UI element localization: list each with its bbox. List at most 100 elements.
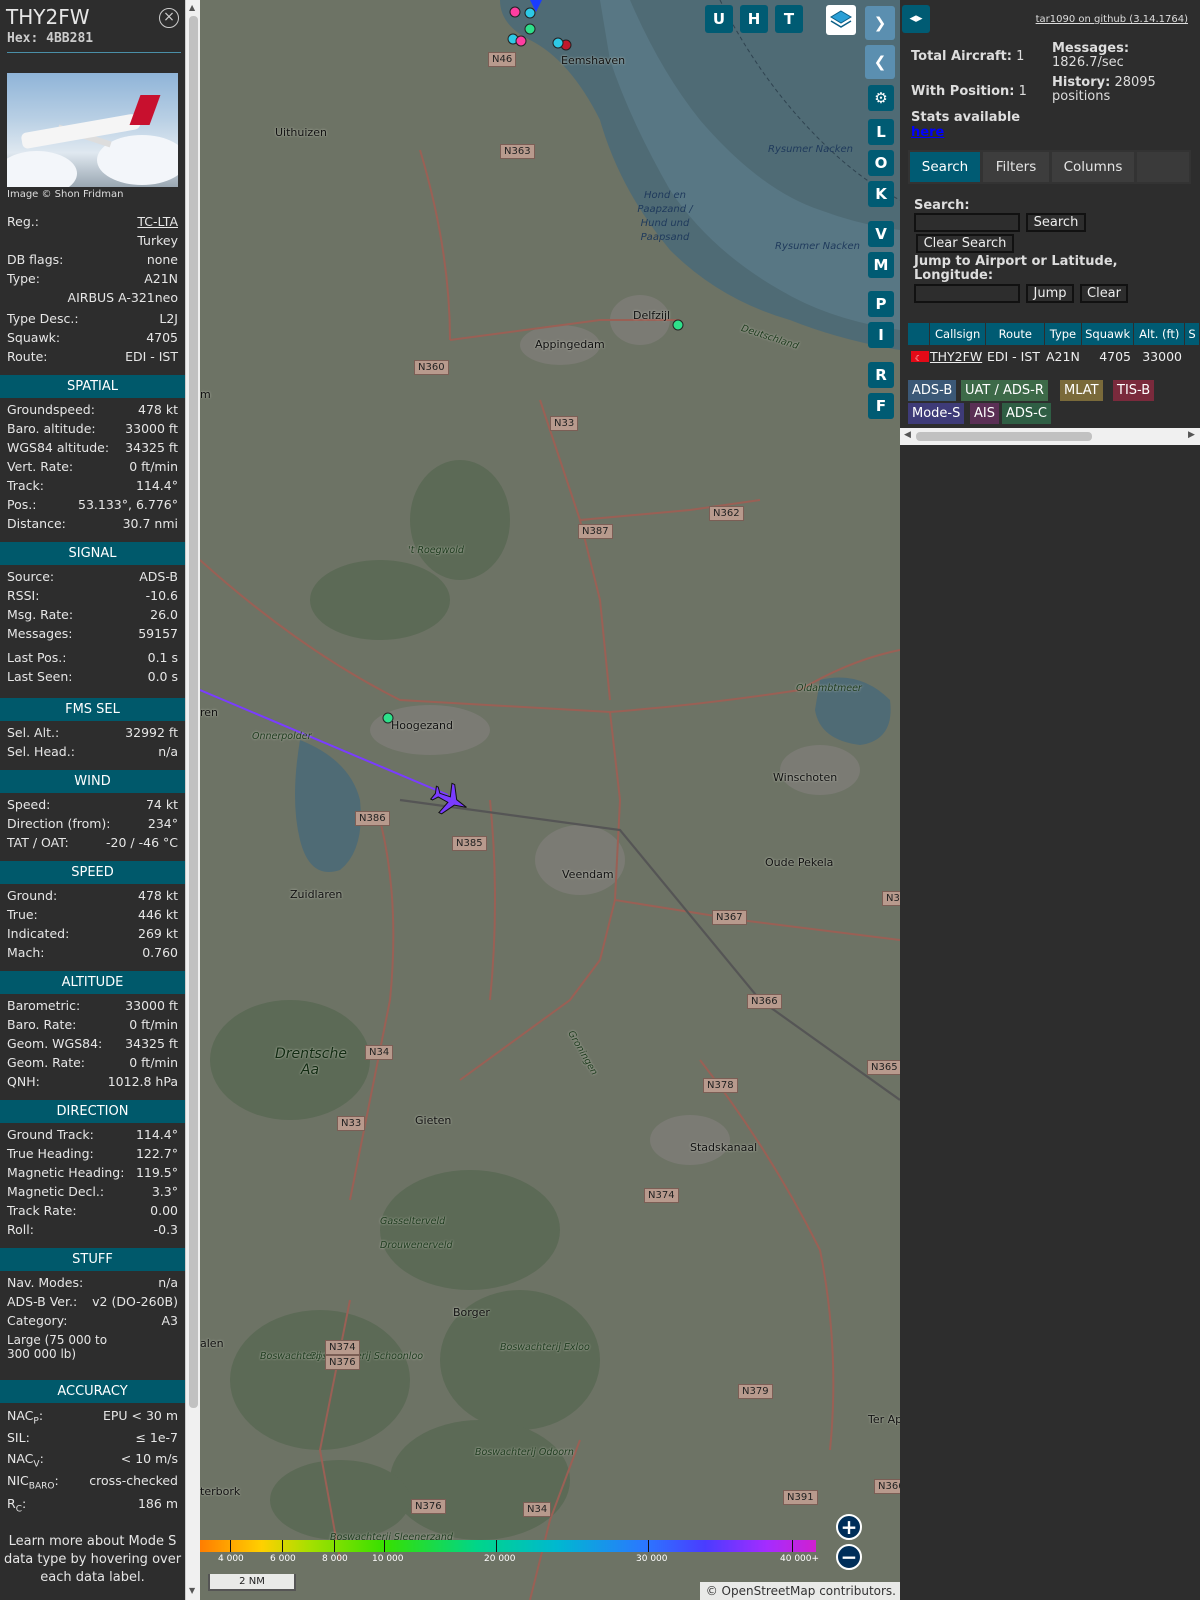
info-row-label[interactable]: Mach: bbox=[7, 945, 44, 960]
aircraft-marker[interactable] bbox=[524, 23, 536, 35]
settings-gear-icon[interactable]: ⚙ bbox=[868, 85, 894, 111]
info-row-label[interactable]: Magnetic Heading: bbox=[7, 1165, 124, 1180]
info-row-label[interactable]: Reg.: bbox=[7, 214, 39, 229]
info-row-label[interactable]: Msg. Rate: bbox=[7, 607, 73, 622]
zoom-in-icon[interactable]: + bbox=[836, 1514, 862, 1540]
map-toggle-button-8[interactable]: R bbox=[868, 362, 894, 388]
jump-input[interactable] bbox=[914, 284, 1020, 303]
info-row-label[interactable]: Category: bbox=[7, 1313, 67, 1328]
scroll-down-icon[interactable]: ▼ bbox=[189, 1586, 195, 1595]
info-row-label[interactable]: Roll: bbox=[7, 1222, 34, 1237]
info-row-label[interactable]: Track: bbox=[7, 478, 44, 493]
stats-here-link[interactable]: here bbox=[911, 125, 944, 140]
zoom-out-icon[interactable]: − bbox=[836, 1544, 862, 1570]
clear-button[interactable]: Clear bbox=[1080, 284, 1128, 303]
info-row-label[interactable]: RC: bbox=[7, 1496, 26, 1515]
info-row-label[interactable]: Last Seen: bbox=[7, 669, 72, 684]
scroll-up-icon[interactable]: ▲ bbox=[189, 3, 195, 12]
info-row-label[interactable]: Source: bbox=[7, 569, 54, 584]
u-button[interactable]: U bbox=[705, 5, 733, 33]
map-toggle-button-7[interactable]: I bbox=[868, 322, 894, 348]
col-s[interactable]: S bbox=[1185, 323, 1200, 345]
tab-search[interactable]: Search bbox=[910, 152, 980, 182]
scroll-left-icon[interactable]: ◀ bbox=[904, 430, 911, 440]
info-row-label[interactable]: Geom. WGS84: bbox=[7, 1036, 102, 1051]
aircraft-marker[interactable] bbox=[672, 319, 684, 331]
map[interactable]: Uithuizen Eemshaven Appingedam Delfzijl Hoog… bbox=[200, 0, 900, 1600]
close-icon[interactable]: × bbox=[159, 8, 179, 28]
next-icon[interactable]: ❯ bbox=[865, 6, 895, 40]
tab-filters[interactable]: Filters bbox=[983, 152, 1049, 182]
aircraft-marker[interactable] bbox=[509, 6, 521, 18]
h-button[interactable]: H bbox=[740, 5, 768, 33]
prev-icon[interactable]: ❮ bbox=[865, 45, 895, 79]
map-toggle-button-5[interactable]: M bbox=[868, 252, 894, 278]
info-row-label[interactable]: Indicated: bbox=[7, 926, 69, 941]
tab-columns[interactable]: Columns bbox=[1052, 152, 1134, 182]
scroll-thumb[interactable] bbox=[189, 16, 198, 1408]
github-link[interactable]: tar1090 on github (3.14.1764) bbox=[1036, 14, 1188, 25]
info-scrollbar[interactable]: ▲ ▼ bbox=[185, 0, 200, 1600]
aircraft-marker[interactable] bbox=[515, 35, 527, 47]
search-button[interactable]: Search bbox=[1026, 213, 1086, 232]
scroll-right-icon[interactable]: ▶ bbox=[1188, 430, 1195, 440]
info-row-label[interactable]: SIL: bbox=[7, 1430, 30, 1449]
info-row-label[interactable]: Ground: bbox=[7, 888, 57, 903]
info-row-label[interactable]: Pos.: bbox=[7, 497, 36, 512]
osm-link[interactable]: OpenStreetMap bbox=[722, 1584, 816, 1598]
layers-button[interactable] bbox=[826, 5, 856, 35]
col-type[interactable]: Type bbox=[1045, 323, 1081, 345]
info-row-label[interactable]: Sel. Alt.: bbox=[7, 725, 59, 740]
table-row[interactable]: THY2FW EDI - IST A21N 4705 33000 bbox=[908, 347, 1200, 369]
aircraft-marker[interactable] bbox=[552, 37, 564, 49]
table-horizontal-scrollbar[interactable]: ◀ ▶ bbox=[900, 428, 1200, 445]
info-row-label[interactable]: Type: bbox=[7, 271, 40, 286]
map-toggle-button-1[interactable]: L bbox=[868, 119, 894, 145]
info-row-label[interactable]: NACV: bbox=[7, 1451, 44, 1470]
info-row-label[interactable]: QNH: bbox=[7, 1074, 40, 1089]
info-row-label[interactable]: NACP: bbox=[7, 1408, 43, 1427]
t-button[interactable]: T bbox=[775, 5, 803, 33]
info-row-label[interactable]: Type Desc.: bbox=[7, 311, 79, 326]
aircraft-marker[interactable] bbox=[524, 7, 536, 19]
info-row-label[interactable]: Sel. Head.: bbox=[7, 744, 75, 759]
col-callsign[interactable]: Callsign bbox=[929, 323, 986, 345]
info-row-label[interactable]: Barometric: bbox=[7, 998, 80, 1013]
aircraft-photo[interactable] bbox=[7, 73, 178, 187]
info-row-label[interactable]: Geom. Rate: bbox=[7, 1055, 85, 1070]
map-toggle-button-4[interactable]: V bbox=[868, 221, 894, 247]
info-row-label[interactable]: Track Rate: bbox=[7, 1203, 77, 1218]
info-row-label[interactable]: True Heading: bbox=[7, 1146, 94, 1161]
info-row-label[interactable]: Distance: bbox=[7, 516, 66, 531]
map-toggle-button-9[interactable]: F bbox=[868, 393, 894, 419]
info-row-label[interactable]: Messages: bbox=[7, 626, 73, 641]
info-row-label[interactable]: Baro. Rate: bbox=[7, 1017, 76, 1032]
jump-button[interactable]: Jump bbox=[1026, 284, 1074, 303]
info-row-label[interactable]: Squawk: bbox=[7, 330, 60, 345]
col-route[interactable]: Route bbox=[986, 323, 1045, 345]
info-row-label[interactable]: WGS84 altitude: bbox=[7, 440, 109, 455]
info-row-label[interactable]: Groundspeed: bbox=[7, 402, 95, 417]
toggle-sidebar-icon[interactable]: ◂▸ bbox=[902, 5, 930, 33]
info-row-label[interactable]: NICBARO: bbox=[7, 1473, 59, 1492]
hscroll-thumb[interactable] bbox=[916, 432, 1092, 441]
info-row-label[interactable]: Vert. Rate: bbox=[7, 459, 73, 474]
info-row-label[interactable]: TAT / OAT: bbox=[7, 835, 69, 850]
row-callsign[interactable]: THY2FW bbox=[930, 347, 986, 367]
col-flag[interactable] bbox=[908, 323, 929, 345]
info-row-label[interactable]: DB flags: bbox=[7, 252, 63, 267]
info-row-label[interactable]: Direction (from): bbox=[7, 816, 111, 831]
map-toggle-button-3[interactable]: K bbox=[868, 181, 894, 207]
info-row-label[interactable]: Baro. altitude: bbox=[7, 421, 96, 436]
map-toggle-button-2[interactable]: O bbox=[868, 150, 894, 176]
info-row-label[interactable]: Ground Track: bbox=[7, 1127, 94, 1142]
info-row-label[interactable]: Route: bbox=[7, 349, 48, 364]
info-row-label[interactable]: Speed: bbox=[7, 797, 50, 812]
info-row-label[interactable]: Nav. Modes: bbox=[7, 1275, 83, 1290]
info-row-label[interactable]: True: bbox=[7, 907, 38, 922]
info-row-label[interactable]: Last Pos.: bbox=[7, 650, 66, 665]
info-row-label[interactable]: RSSI: bbox=[7, 588, 39, 603]
map-toggle-button-6[interactable]: P bbox=[868, 291, 894, 317]
info-row-label[interactable]: ADS-B Ver.: bbox=[7, 1294, 77, 1309]
search-input[interactable] bbox=[914, 213, 1020, 232]
